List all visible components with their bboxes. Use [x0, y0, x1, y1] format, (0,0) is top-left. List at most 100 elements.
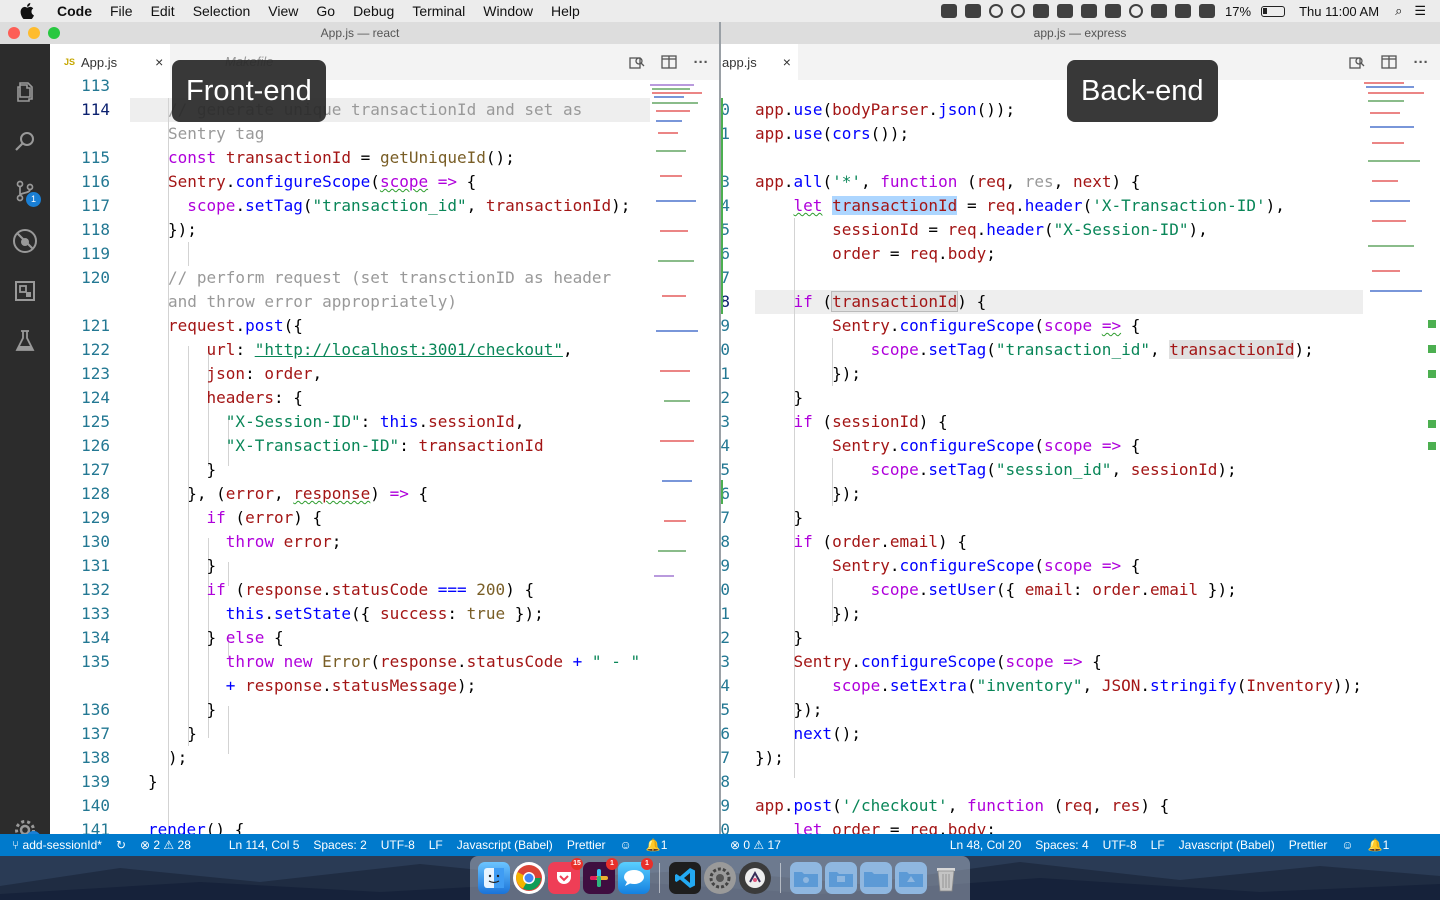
feather-icon[interactable]	[1081, 4, 1098, 18]
end-of-line[interactable]: LF	[1144, 834, 1172, 856]
more-actions-icon[interactable]: ···	[1412, 53, 1430, 71]
wifi-icon[interactable]	[1199, 4, 1216, 18]
menu-view[interactable]: View	[259, 0, 307, 22]
menu-go[interactable]: Go	[307, 0, 344, 22]
open-preview-icon[interactable]	[1348, 53, 1366, 71]
folder-icon[interactable]	[895, 862, 927, 894]
notifications-bell-icon[interactable]: 🔔1	[1361, 834, 1397, 856]
system-preferences-icon[interactable]	[704, 862, 736, 894]
sentry-icon[interactable]	[739, 862, 771, 894]
menu-window[interactable]: Window	[474, 0, 542, 22]
code-line: Sentry.configureScope(scope => {	[793, 652, 1102, 671]
indentation[interactable]: Spaces: 2	[306, 834, 373, 856]
test-flask-icon[interactable]	[9, 325, 41, 357]
line-number: 115	[81, 148, 110, 167]
screen-record-icon[interactable]	[941, 4, 958, 18]
line-number: 116	[81, 172, 110, 191]
code-editor-frontend[interactable]: 113 114 115 116 117 118 119 120 121 122 …	[50, 76, 720, 834]
line-number: 120	[81, 268, 110, 287]
notification-center-icon[interactable]: ☰	[1408, 3, 1440, 19]
problems-indicator[interactable]: ⊗ 0 ⚠ 17	[720, 834, 788, 856]
1password-icon[interactable]	[1011, 4, 1026, 18]
menu-terminal[interactable]: Terminal	[403, 0, 474, 22]
encoding[interactable]: UTF-8	[374, 834, 422, 856]
clock[interactable]: Thu 11:00 AM	[1289, 4, 1389, 19]
cursor-position[interactable]: Ln 48, Col 20	[943, 834, 1028, 856]
slack-icon[interactable]: 1	[583, 858, 618, 894]
problems-indicator[interactable]: ⊗ 2 ⚠ 28	[133, 834, 198, 856]
line-number: 129	[81, 508, 110, 527]
extensions-icon[interactable]	[9, 275, 41, 307]
airplay-icon[interactable]	[1175, 4, 1192, 18]
more-actions-icon[interactable]: ···	[692, 53, 710, 71]
feedback-smiley-icon[interactable]: ☺	[613, 834, 639, 856]
menu-file[interactable]: File	[101, 0, 142, 22]
formatter[interactable]: Prettier	[560, 834, 613, 856]
cursor-position[interactable]: Ln 114, Col 5	[222, 834, 307, 856]
code-line: });	[168, 220, 197, 239]
sync-icon[interactable]: ↻	[109, 834, 133, 856]
yubikey-icon[interactable]	[1057, 4, 1074, 18]
battery-icon[interactable]	[1261, 5, 1286, 17]
minimize-window-button[interactable]	[28, 27, 40, 39]
code-line: } else {	[168, 628, 284, 647]
menu-edit[interactable]: Edit	[142, 0, 184, 22]
formatter[interactable]: Prettier	[1282, 834, 1335, 856]
apple-icon[interactable]	[18, 2, 36, 20]
trash-icon[interactable]	[930, 862, 962, 894]
menu-selection[interactable]: Selection	[184, 0, 260, 22]
explorer-icon[interactable]	[9, 76, 41, 108]
open-preview-icon[interactable]	[628, 53, 646, 71]
window-titlebar[interactable]: app.js — express	[720, 22, 1440, 44]
debug-icon[interactable]	[9, 225, 41, 257]
menu-code[interactable]: Code	[48, 0, 101, 22]
skype-icon[interactable]	[1033, 4, 1050, 18]
menu-debug[interactable]: Debug	[344, 0, 403, 22]
code-line: if (transactionId) {	[793, 291, 987, 312]
vscode-icon[interactable]	[669, 862, 701, 894]
source-control-icon[interactable]: 1	[9, 175, 41, 207]
split-editor-icon[interactable]	[1380, 53, 1398, 71]
split-editor-icon[interactable]	[660, 53, 678, 71]
creative-cloud-icon[interactable]	[989, 4, 1004, 18]
search-icon[interactable]	[9, 125, 41, 157]
folder-icon[interactable]	[860, 862, 892, 894]
indentation[interactable]: Spaces: 4	[1028, 834, 1095, 856]
error-count: 0	[743, 838, 751, 852]
settings-gear-icon[interactable]: 1	[9, 814, 41, 834]
dropbox-icon[interactable]	[965, 4, 982, 18]
close-window-button[interactable]	[8, 27, 20, 39]
line-number: 119	[81, 244, 110, 263]
tab-app-js[interactable]: app.js ×	[720, 44, 798, 80]
folder-icon[interactable]	[825, 862, 857, 894]
notifications-bell-icon[interactable]: 🔔1	[639, 834, 675, 856]
branch-indicator[interactable]: ⑂ add-sessionId*	[0, 834, 109, 856]
close-tab-icon[interactable]: ×	[783, 54, 791, 70]
spotlight-icon[interactable]: ⌕	[1389, 3, 1408, 19]
code-line: app.post('/checkout', function (req, res…	[755, 796, 1170, 815]
grid-icon[interactable]	[1151, 4, 1168, 18]
folder-icon[interactable]	[790, 862, 822, 894]
docker-icon[interactable]	[1105, 4, 1122, 18]
dock-separator	[780, 863, 781, 893]
window-divider	[719, 22, 721, 834]
pocket-icon[interactable]: 15	[548, 858, 583, 894]
language-mode[interactable]: Javascript (Babel)	[1172, 834, 1282, 856]
messages-icon[interactable]: 1	[618, 858, 653, 894]
menu-help[interactable]: Help	[542, 0, 589, 22]
chrome-icon[interactable]	[513, 862, 545, 894]
window-titlebar[interactable]: App.js — react	[0, 22, 720, 44]
zoom-window-button[interactable]	[48, 27, 60, 39]
language-mode[interactable]: Javascript (Babel)	[450, 834, 560, 856]
close-tab-icon[interactable]: ×	[155, 54, 163, 70]
indent-guide	[228, 706, 229, 754]
time-machine-icon[interactable]	[1129, 4, 1144, 18]
encoding[interactable]: UTF-8	[1096, 834, 1144, 856]
end-of-line[interactable]: LF	[422, 834, 450, 856]
finder-icon[interactable]	[478, 862, 510, 894]
feedback-smiley-icon[interactable]: ☺	[1334, 834, 1360, 856]
code-line: Sentry.configureScope(scope => {	[168, 172, 477, 191]
minimap[interactable]	[650, 80, 708, 590]
code-editor-backend[interactable]: 0 1 3 4 5 6 7 8 9 0 1 2 3 4 5 6 7 8 9 0 …	[720, 80, 1440, 834]
minimap[interactable]	[1364, 80, 1424, 590]
